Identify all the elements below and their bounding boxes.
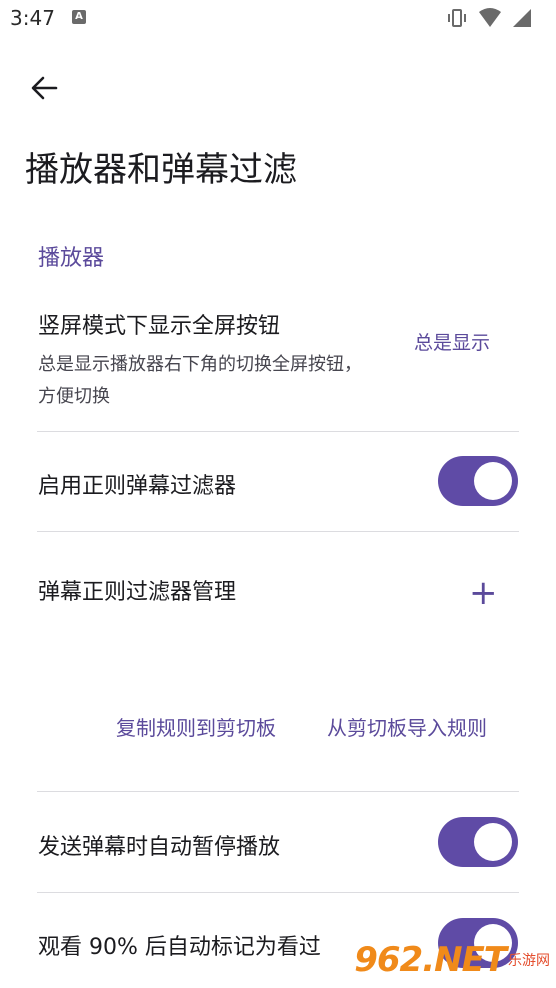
status-time: 3:47	[10, 6, 55, 30]
setting-fullscreen-button[interactable]: 竖屏模式下显示全屏按钮 总是显示播放器右下角的切换全屏按钮，方便切换 总是显示	[0, 290, 556, 430]
toggle-knob	[474, 823, 512, 861]
notification-badge-icon: A	[72, 10, 86, 24]
regex-filter-toggle[interactable]	[438, 456, 518, 506]
arrow-back-icon	[31, 76, 58, 100]
vibrate-icon	[448, 9, 466, 27]
setting-title: 发送弹幕时自动暂停播放	[38, 835, 281, 860]
cell-signal-icon	[513, 9, 531, 27]
import-rules-button[interactable]: 从剪切板导入规则	[327, 712, 487, 741]
watermark-text: 962.NET	[354, 940, 507, 980]
page-title: 播放器和弹幕过滤	[25, 150, 297, 190]
watermark-sub: 乐游网	[508, 953, 550, 969]
back-button[interactable]	[22, 66, 66, 110]
auto-pause-toggle[interactable]	[438, 817, 518, 867]
watermark-logo: 962.NET 乐游网	[354, 940, 550, 980]
status-icons	[446, 8, 532, 28]
setting-regex-filter[interactable]: 启用正则弹幕过滤器	[0, 432, 556, 530]
setting-title: 弹幕正则过滤器管理	[38, 580, 237, 605]
setting-value: 总是显示	[414, 332, 491, 354]
setting-title: 启用正则弹幕过滤器	[38, 474, 237, 499]
setting-auto-pause[interactable]: 发送弹幕时自动暂停播放	[0, 792, 556, 892]
section-header-player: 播放器	[38, 246, 105, 271]
wifi-icon	[479, 8, 501, 27]
setting-summary: 总是显示播放器右下角的切换全屏按钮，方便切换	[38, 354, 362, 407]
copy-rules-button[interactable]: 复制规则到剪切板	[116, 712, 276, 741]
add-filter-button[interactable]: +	[469, 576, 498, 610]
setting-title: 竖屏模式下显示全屏按钮	[38, 314, 281, 339]
setting-filter-manage: 弹幕正则过滤器管理 + 复制规则到剪切板 从剪切板导入规则	[0, 532, 556, 790]
setting-title: 观看 90% 后自动标记为看过	[38, 935, 321, 960]
toggle-knob	[474, 462, 512, 500]
